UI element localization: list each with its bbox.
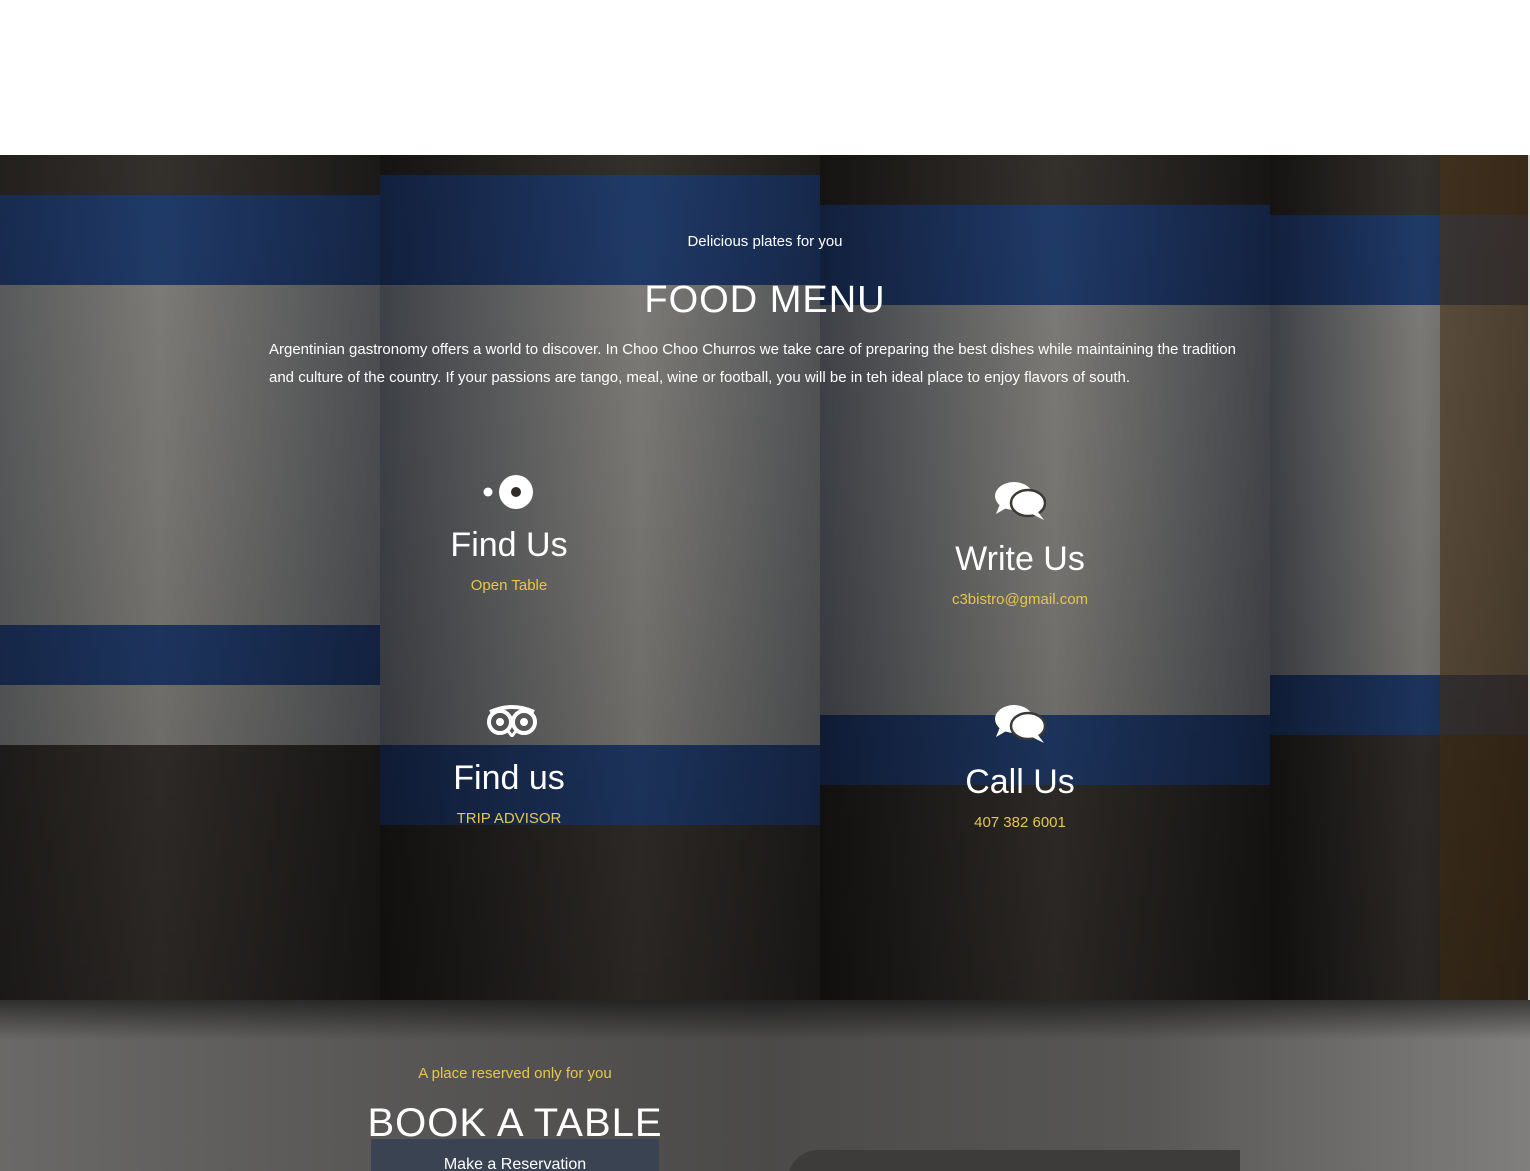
booking-tagline: A place reserved only for you [418, 1065, 612, 1082]
contact-find-us: Find Us Open Table [359, 472, 659, 594]
tripadvisor-link[interactable]: TRIP ADVISOR [359, 810, 659, 827]
menu-tagline: Delicious plates for you [687, 233, 843, 250]
contact-heading: Find Us [450, 526, 568, 564]
phone-link[interactable]: 407 382 6001 [870, 814, 1170, 831]
contact-heading: Call Us [965, 763, 1075, 801]
reservation-widget-panel [788, 1150, 1240, 1171]
menu-description: Argentinian gastronomy offers a world to… [269, 341, 1236, 386]
menu-title: FOOD MENU [644, 279, 886, 321]
header-area [0, 0, 1530, 155]
contact-heading: Find us [453, 759, 565, 797]
food-menu-section: Delicious plates for you FOOD MENU Argen… [0, 155, 1530, 1000]
contact-write-us: Write Us c3bistro@gmail.com [870, 480, 1170, 608]
tripadvisor-icon [487, 705, 537, 737]
contact-trip-advisor: Find us TRIP ADVISOR [359, 703, 659, 827]
email-link[interactable]: c3bistro@gmail.com [870, 591, 1170, 608]
comments-icon [995, 705, 1046, 743]
contact-heading: Write Us [955, 540, 1085, 578]
make-reservation-button[interactable]: Make a Reservation [371, 1139, 659, 1171]
section-shadow [0, 1000, 1530, 1040]
comments-icon [995, 482, 1046, 520]
opentable-link[interactable]: Open Table [359, 577, 659, 594]
book-a-table-section: A place reserved only for you BOOK A TAB… [0, 1000, 1530, 1171]
contact-call-us: Call Us 407 382 6001 [870, 703, 1170, 831]
opentable-icon [483, 475, 533, 509]
